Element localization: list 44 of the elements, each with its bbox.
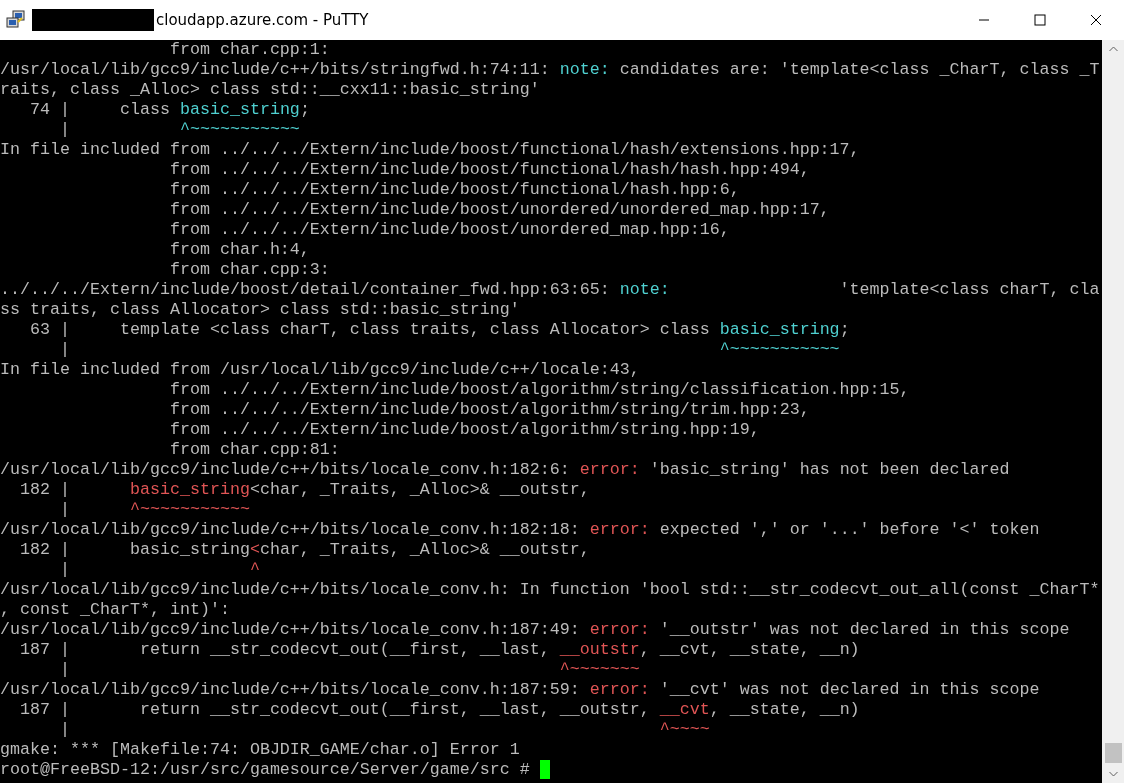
terminal-line: from char.h:4, <box>168 240 310 260</box>
close-icon <box>1090 14 1102 26</box>
terminal-line: from ../../../Extern/include/boost/functional/hash.hpp:6, <box>168 180 740 200</box>
scrollbar-thumb[interactable] <box>1104 743 1122 763</box>
terminal-line: from ../../../Extern/include/boost/algorithm/string/trim.hpp:23, <box>168 400 810 420</box>
terminal-line: /usr/local/lib/gcc9/include/c++/bits/locale_conv.h:187:59: error: '__cvt' was not declared in this scope <box>0 680 1040 700</box>
terminal-line: 182 | basic_string<char, _Traits, _Alloc>& __outstr, <box>19 480 590 500</box>
terminal-line: | ^~~~~~~~~~~~ <box>58 340 840 360</box>
terminal-line: 187 | return __str_codecvt_out(__first, __last, __outstr, __cvt, __state, __n) <box>19 700 860 720</box>
terminal-line: 63 | template <class charT, class traits, class Allocator> class basic_string; <box>29 320 850 340</box>
text-cursor <box>539 760 550 779</box>
terminal-line: from ../../../Extern/include/boost/algorithm/string.hpp:19, <box>168 420 760 440</box>
maximize-icon <box>1034 14 1046 26</box>
terminal-line: root@FreeBSD-12:/usr/src/gamesource/Server/game/src # <box>0 760 550 780</box>
terminal-line: /usr/local/lib/gcc9/include/c++/bits/locale_conv.h:182:18: error: expected ',' or '...' before '<' token <box>0 520 1040 540</box>
terminal-line: raits, class _Alloc> class std::__cxx11::basic_string' <box>0 80 540 100</box>
terminal-line: ss traits, class Allocator> class std::basic_string' <box>0 300 520 320</box>
terminal-line: /usr/local/lib/gcc9/include/c++/bits/stringfwd.h:74:11: note: candidates are: 'template<class _CharT, class _T <box>0 60 1100 80</box>
terminal-line: /usr/local/lib/gcc9/include/c++/bits/locale_conv.h:182:6: error: 'basic_string' has not been declared <box>0 460 1010 480</box>
terminal-line: | ^~~~~ <box>58 720 710 740</box>
computers-icon <box>6 10 26 30</box>
window-title: cloudapp.azure.com - PuTTY <box>156 11 370 29</box>
terminal-line: | ^~~~~~~~~~~~ <box>58 500 250 520</box>
terminal-line: from char.cpp:81: <box>168 440 340 460</box>
terminal-line: ../../../Extern/include/boost/detail/container_fwd.hpp:63:65: note: 'template<class charT, cla <box>0 280 1100 300</box>
terminal-line: gmake: *** [Makefile:74: OBJDIR_GAME/char.o] Error 1 <box>0 740 520 760</box>
terminal-line: 187 | return __str_codecvt_out(__first, __last, __outstr, __cvt, __state, __n) <box>19 640 860 660</box>
terminal-line: from char.cpp:3: <box>168 260 330 280</box>
terminal-line: | ^~~~~~~~ <box>58 660 640 680</box>
terminal-line: /usr/local/lib/gcc9/include/c++/bits/locale_conv.h: In function 'bool std::__str_codecvt_out_all(const _CharT* <box>0 580 1100 600</box>
terminal-line: 74 | class basic_string; <box>29 100 310 120</box>
terminal-line: from ../../../Extern/include/boost/functional/hash/hash.hpp:494, <box>168 160 810 180</box>
terminal-line: | ^~~~~~~~~~~~ <box>58 120 300 140</box>
terminal-line: from ../../../Extern/include/boost/algorithm/string/classification.hpp:15, <box>168 380 910 400</box>
terminal-line: , const _CharT*, int)': <box>0 600 230 620</box>
terminal-line: In file included from /usr/local/lib/gcc9/include/c++/locale:43, <box>0 360 640 380</box>
terminal-line: from char.cpp:1: <box>168 40 330 60</box>
terminal-line: In file included from ../../../Extern/include/boost/functional/hash/extensions.hpp:17, <box>0 140 860 160</box>
terminal-line: /usr/local/lib/gcc9/include/c++/bits/locale_conv.h:187:49: error: '__outstr' was not declared in this scope <box>0 620 1070 640</box>
terminal-line: | ^ <box>58 560 260 580</box>
terminal-line: from ../../../Extern/include/boost/unordered_map.hpp:16, <box>168 220 730 240</box>
terminal-line: from ../../../Extern/include/boost/unordered/unordered_map.hpp:17, <box>168 200 830 220</box>
scrollbar-track[interactable] <box>1102 40 1124 783</box>
terminal-line: 182 | basic_string<char, _Traits, _Alloc>& __outstr, <box>19 540 590 560</box>
